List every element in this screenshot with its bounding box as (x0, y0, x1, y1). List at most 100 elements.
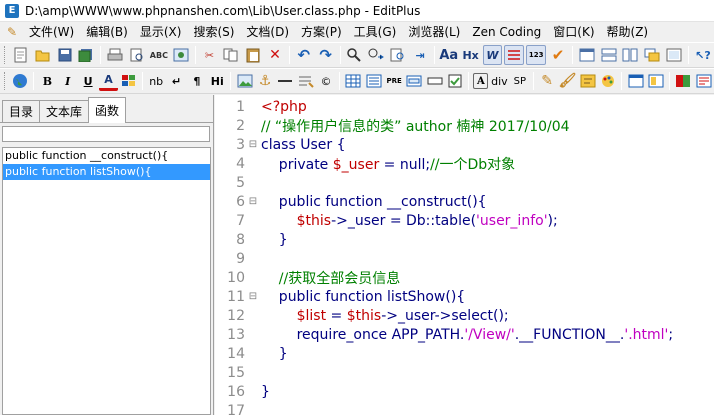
tab-directory[interactable]: 目录 (2, 100, 41, 122)
function-filter-input[interactable] (2, 126, 210, 142)
link-button[interactable]: A (473, 73, 489, 89)
globe-icon[interactable] (11, 71, 29, 91)
form-icon[interactable] (405, 71, 423, 91)
code-line[interactable]: 11 ⊟ public function listShow(){ (215, 287, 714, 306)
menu-item-3[interactable]: 搜索(S) (187, 22, 240, 42)
code-line[interactable]: 6 ⊟ public function __construct(){ (215, 192, 714, 211)
code-line[interactable]: 5 (215, 173, 714, 192)
tab-cliptext[interactable]: 文本库 (39, 100, 90, 122)
code-line[interactable]: 10 //获取全部会员信息 (215, 268, 714, 287)
line-number-icon[interactable] (504, 45, 525, 65)
context-help-icon[interactable]: ↖? (693, 45, 713, 65)
code-line[interactable]: 12 $list = $this->_user->select(); (215, 306, 714, 325)
ruler-icon[interactable]: 123 (526, 45, 547, 65)
code-line[interactable]: 9 (215, 249, 714, 268)
fold-toggle-icon[interactable]: ⊟ (245, 139, 261, 150)
cliptext-icon[interactable] (674, 71, 692, 91)
paragraph-button[interactable]: ¶ (188, 71, 206, 91)
div-button[interactable]: div (490, 71, 508, 91)
underline-button[interactable]: U (79, 71, 97, 91)
nbsp-button[interactable]: nb (147, 71, 165, 91)
print-preview-icon[interactable] (127, 45, 147, 65)
code-line[interactable]: 2 // “操作用户信息的类” author 楠神 2017/10/04 (215, 116, 714, 135)
new-file-icon[interactable] (11, 45, 31, 65)
function-list-item[interactable]: public function __construct(){ (3, 148, 210, 164)
browser-preview-icon[interactable] (171, 45, 191, 65)
cascade-icon[interactable] (642, 45, 662, 65)
menu-item-6[interactable]: 工具(G) (348, 22, 403, 42)
toolbar-grip[interactable] (4, 72, 7, 90)
italic-button[interactable]: I (59, 71, 77, 91)
font-color-button[interactable]: A (99, 71, 118, 91)
function-list[interactable]: public function __construct(){ public fu… (2, 147, 211, 415)
menu-item-0[interactable]: 文件(W) (23, 22, 80, 42)
text-input-icon[interactable] (426, 71, 444, 91)
code-line[interactable]: 13 require_once APP_PATH.'/View/'.__FUNC… (215, 325, 714, 344)
print-icon[interactable] (105, 45, 125, 65)
comment-icon[interactable] (297, 71, 315, 91)
find-icon[interactable] (345, 45, 365, 65)
save-all-icon[interactable] (76, 45, 96, 65)
open-file-icon[interactable] (33, 45, 53, 65)
menu-item-2[interactable]: 显示(X) (134, 22, 188, 42)
palette-icon[interactable] (599, 71, 617, 91)
menu-item-10[interactable]: 帮助(Z) (601, 22, 655, 42)
undo-icon[interactable]: ↶ (294, 45, 314, 65)
horizontal-rule-icon[interactable] (276, 71, 294, 91)
anchor-icon[interactable]: ⚓ (256, 71, 274, 91)
word-wrap-icon[interactable]: W (482, 45, 503, 65)
replace-icon[interactable] (366, 45, 386, 65)
checkbox-icon[interactable] (446, 71, 464, 91)
directory-icon[interactable] (694, 71, 712, 91)
code-editor[interactable]: 1 <?php 2 // “操作用户信息的类” author 楠神 2017/10/0… (215, 95, 714, 415)
check-icon[interactable]: ✔ (548, 45, 568, 65)
fold-toggle-icon[interactable]: ⊟ (245, 291, 261, 302)
delete-icon[interactable]: ✕ (265, 45, 285, 65)
css-icon[interactable] (579, 71, 597, 91)
goto-line-icon[interactable]: ⇥ (410, 45, 430, 65)
table-icon[interactable] (344, 71, 362, 91)
code-line[interactable]: 16} (215, 382, 714, 401)
window-list-icon[interactable] (577, 45, 597, 65)
fullscreen-icon[interactable] (664, 45, 684, 65)
menu-item-4[interactable]: 文档(D) (240, 22, 295, 42)
cut-icon[interactable]: ✂ (200, 45, 220, 65)
spell-check-icon[interactable]: ABC (149, 45, 169, 65)
heading-button[interactable]: Hi (208, 71, 226, 91)
menu-item-8[interactable]: Zen Coding (466, 22, 547, 42)
copy-icon[interactable] (221, 45, 241, 65)
redo-icon[interactable]: ↷ (316, 45, 336, 65)
edit-pencil-icon[interactable]: ✎ (538, 71, 556, 91)
menu-item-9[interactable]: 窗口(K) (547, 22, 600, 42)
code-line[interactable]: 17 (215, 401, 714, 415)
color-picker-icon[interactable] (120, 71, 138, 91)
code-line[interactable]: 1 <?php (215, 97, 714, 116)
code-line[interactable]: 4 private $_user = null;//一个Db对象 (215, 154, 714, 173)
fold-toggle-icon[interactable]: ⊟ (245, 196, 261, 207)
code-line[interactable]: 3 ⊟ class User { (215, 135, 714, 154)
menu-item-7[interactable]: 浏览器(L) (402, 22, 466, 42)
pre-button[interactable]: PRE (385, 71, 403, 91)
paste-icon[interactable] (243, 45, 263, 65)
special-char-icon[interactable]: © (317, 71, 335, 91)
list-icon[interactable] (365, 71, 383, 91)
toolbar-grip[interactable] (4, 46, 7, 64)
tile-horizontal-icon[interactable] (599, 45, 619, 65)
find-in-files-icon[interactable] (388, 45, 408, 65)
span-button[interactable]: SP (511, 71, 529, 91)
tile-vertical-icon[interactable] (621, 45, 641, 65)
tab-functions[interactable]: 函数 (88, 97, 127, 123)
function-list-item-selected[interactable]: public function listShow(){ (3, 164, 210, 180)
save-icon[interactable] (55, 45, 75, 65)
layout-icon[interactable] (647, 71, 665, 91)
html-toolbar-icon[interactable] (626, 71, 644, 91)
code-line[interactable]: 7 $this->_user = Db::table('user_info'); (215, 211, 714, 230)
hex-view-icon[interactable]: Hx (461, 45, 481, 65)
code-line[interactable]: 14 } (215, 344, 714, 363)
bold-button[interactable]: B (38, 71, 56, 91)
menu-item-5[interactable]: 方案(P) (295, 22, 348, 42)
font-size-icon[interactable]: Aa (439, 45, 459, 65)
brush-icon[interactable]: 🖌 (558, 71, 577, 91)
menu-item-1[interactable]: 编辑(B) (80, 22, 134, 42)
code-line[interactable]: 8 } (215, 230, 714, 249)
